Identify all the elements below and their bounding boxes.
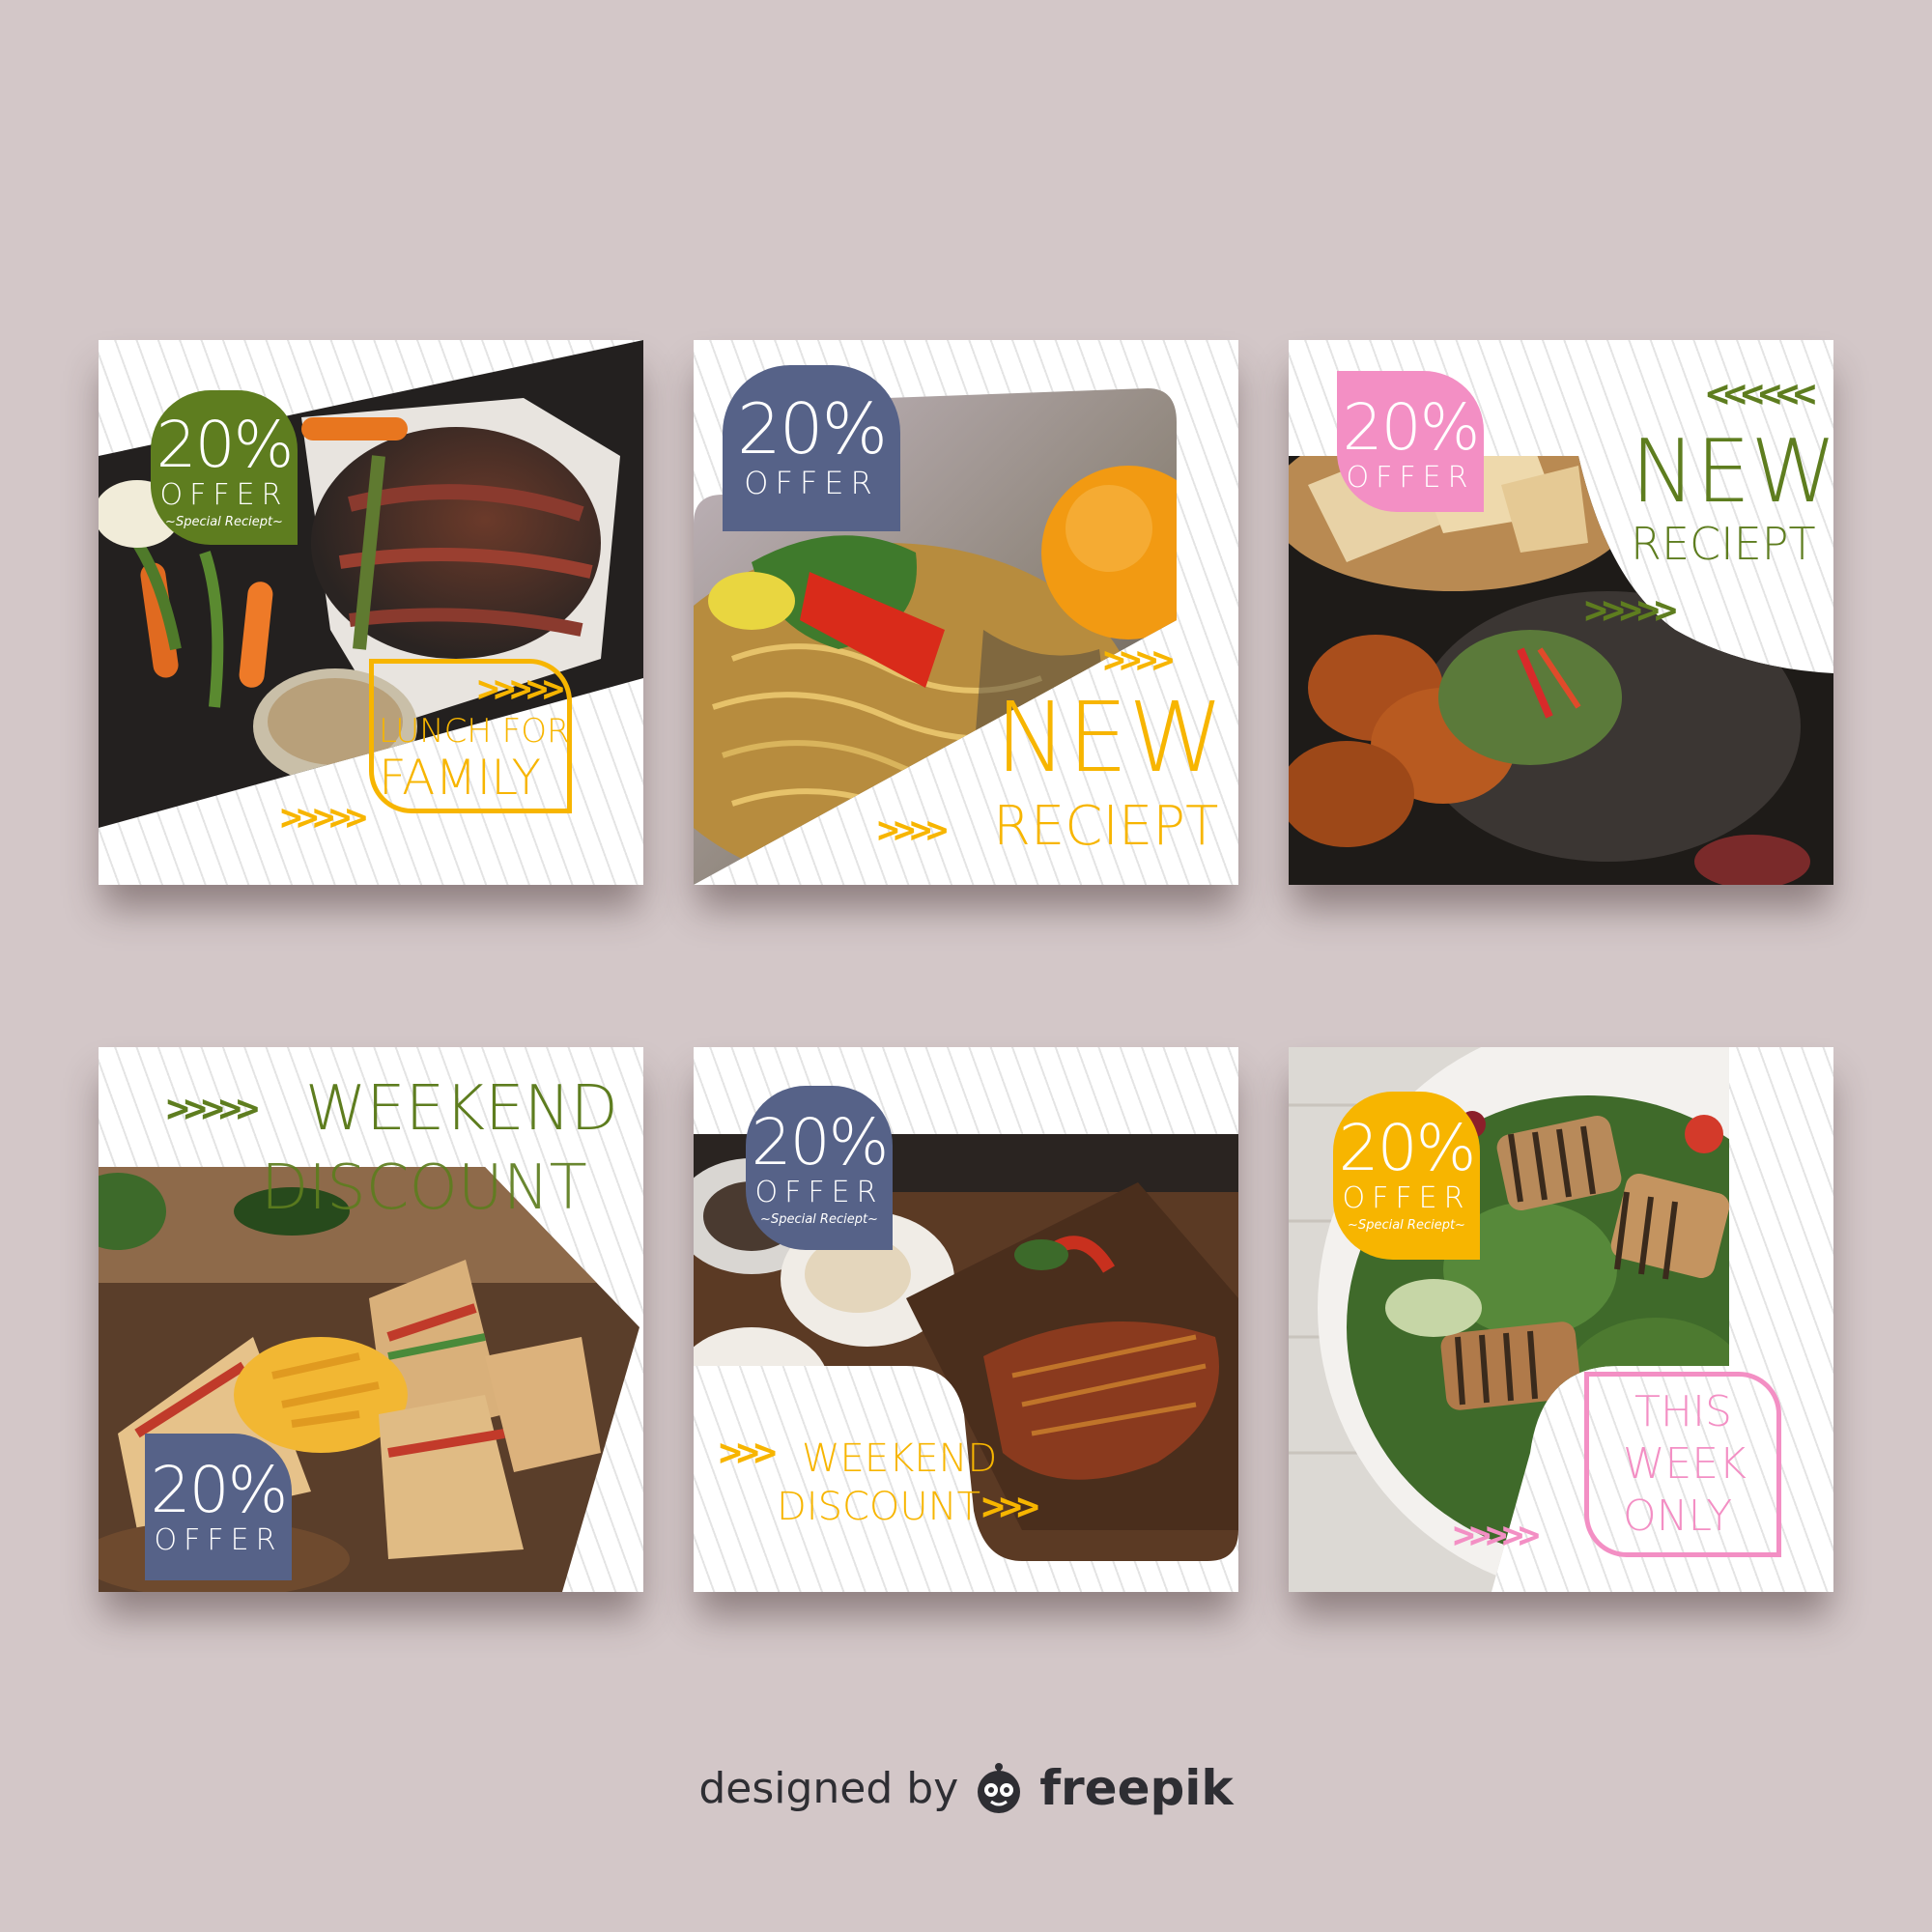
offer-sublabel: ~Special Reciept~	[165, 515, 283, 529]
headline-new: NEW	[1631, 421, 1833, 523]
offer-label: OFFER	[159, 478, 289, 512]
post-card-weekend-discount-grill[interactable]: 20% OFFER ~Special Reciept~ >>> WEEKEND …	[694, 1047, 1238, 1592]
offer-badge: 20% OFFER ~Special Reciept~	[746, 1086, 893, 1250]
chevron-arrows-icon: >>>>>	[477, 668, 564, 710]
offer-percent: 20%	[1338, 1111, 1477, 1185]
post-card-new-reciept-naan[interactable]: 20% OFFER <<<<<< NEW RECIEPT >>>>>	[1289, 340, 1833, 885]
offer-label: OFFER	[744, 465, 879, 501]
offer-badge: 20% OFFER	[723, 365, 900, 531]
headline-line-2: FAMILY	[379, 750, 542, 806]
chevron-arrows-icon: >>>>>	[166, 1087, 259, 1131]
offer-label: OFFER	[1346, 461, 1475, 495]
headline-weekend: WEEKEND	[305, 1073, 618, 1145]
chevron-arrows-icon: >>>	[719, 1431, 777, 1475]
offer-badge: 20% OFFER ~Special Reciept~	[151, 390, 298, 545]
headline-weekend: WEEKEND	[802, 1436, 998, 1481]
freepik-logo-icon	[972, 1761, 1026, 1815]
offer-percent: 20%	[156, 408, 295, 482]
offer-badge: 20% OFFER	[1337, 371, 1484, 512]
offer-label: OFFER	[1342, 1181, 1471, 1215]
freepik-brand: freepik	[1039, 1760, 1234, 1816]
offer-percent: 20%	[1342, 390, 1481, 465]
chevron-arrows-icon: >>>>>	[1584, 588, 1677, 633]
headline-discount: DISCOUNT	[777, 1485, 981, 1529]
chevron-arrows-icon: >>>>>	[280, 796, 367, 838]
offer-label: OFFER	[154, 1523, 283, 1557]
headline-only: ONLY	[1623, 1492, 1733, 1541]
offer-badge: 20% OFFER ~Special Reciept~	[1333, 1092, 1480, 1260]
attribution: designed by freepik	[0, 1760, 1932, 1816]
headline-this: THIS	[1634, 1387, 1732, 1436]
headline-reciept: RECIEPT	[1631, 518, 1816, 570]
headline-reciept: RECIEPT	[993, 795, 1219, 858]
chevron-arrows-icon: >>>>	[877, 809, 948, 851]
post-card-this-week-only[interactable]: 20% OFFER ~Special Reciept~ THIS WEEK ON…	[1289, 1047, 1833, 1592]
chevron-arrows-icon: >>>>	[1103, 639, 1174, 681]
headline-week: WEEK	[1623, 1439, 1747, 1489]
chevron-arrows-icon: <<<<<<	[1706, 372, 1816, 416]
post-card-weekend-discount-sandwich[interactable]: >>>>> WEEKEND DISCOUNT 20% OFFER	[99, 1047, 643, 1592]
headline-discount: DISCOUNT	[261, 1152, 587, 1224]
headline-line-1: LUNCH FOR	[379, 712, 570, 751]
post-card-lunch-for-family[interactable]: 20% OFFER ~Special Reciept~ LUNCH FOR FA…	[99, 340, 643, 885]
offer-percent: 20%	[751, 1105, 890, 1179]
offer-percent: 20%	[150, 1453, 289, 1527]
designed-by-label: designed by	[698, 1763, 959, 1813]
post-card-new-reciept-pasta[interactable]: 20% OFFER >>>> NEW >>>> RECIEPT	[694, 340, 1238, 885]
chevron-arrows-icon: >>>>>	[1453, 1514, 1540, 1556]
offer-percent: 20%	[736, 388, 888, 469]
offer-label: OFFER	[754, 1176, 884, 1209]
offer-sublabel: ~Special Reciept~	[760, 1212, 878, 1227]
headline-new: NEW	[995, 681, 1224, 794]
chevron-arrows-icon: >>>	[981, 1485, 1039, 1529]
offer-badge: 20% OFFER	[145, 1434, 292, 1580]
offer-sublabel: ~Special Reciept~	[1348, 1218, 1465, 1233]
